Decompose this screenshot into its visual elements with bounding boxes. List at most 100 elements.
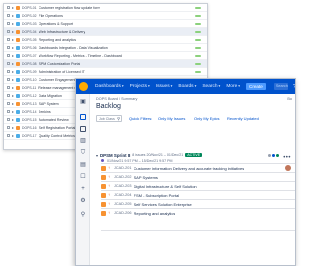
row-checkbox[interactable] [7, 38, 10, 41]
issue-summary[interactable]: Automated Review [39, 118, 69, 122]
issue-summary[interactable]: Operations & Support [39, 22, 74, 26]
issue-summary[interactable]: FSM - Subscription Portal [134, 193, 180, 198]
list-item[interactable]: ▸ DOPS-05 Reporting and analytics [4, 36, 207, 44]
issue-summary[interactable]: SPM Customization Portal [39, 62, 81, 66]
chevron-right-icon[interactable]: ▸ [12, 61, 15, 66]
row-checkbox[interactable] [7, 110, 10, 113]
issue-summary[interactable]: Web Infrastructure & Delivery [39, 30, 86, 34]
list-item[interactable]: ▸ DOPS-03 Operations & Support [4, 20, 207, 28]
row-checkbox[interactable] [7, 118, 10, 121]
pages-icon[interactable]: ☐ [80, 174, 86, 180]
table-row[interactable]: ↑ JCAD-201 Customer information Delivery a… [101, 163, 295, 172]
nav-search[interactable]: Search▾ [202, 84, 220, 89]
chevron-right-icon[interactable]: ▸ [12, 13, 15, 18]
table-row[interactable]: ↑ JCAD-205 Self Services Solution Enterpri… [101, 199, 295, 208]
nav-boards[interactable]: Boards▾ [178, 84, 196, 89]
issue-key[interactable]: JCAD-201 [114, 166, 132, 170]
list-item[interactable]: ▸ DOPS-07 Workflow Reporting - Metrics - T… [4, 52, 207, 60]
issue-summary[interactable]: Self Registration Portal [39, 126, 76, 130]
avatar[interactable] [285, 165, 291, 171]
list-item[interactable]: ▸ DOPS-06 Dashboards Integration - Data Vi… [4, 44, 207, 52]
quick-search-input[interactable]: Job Class ⚲ [96, 115, 122, 122]
nav-projects[interactable]: Projects▾ [130, 84, 150, 89]
row-checkbox[interactable] [7, 134, 10, 137]
issue-key[interactable]: DOPS-15 [22, 118, 37, 122]
chevron-right-icon[interactable]: ▸ [12, 101, 15, 106]
reports-icon[interactable]: ▥ [80, 138, 86, 144]
issue-summary[interactable]: Quality Control Metrics [39, 134, 75, 138]
issue-key[interactable]: JCAD-205 [114, 202, 132, 206]
sprint-header[interactable]: ▾ DPSM Sprint 8 8 issues 20/Nov/21 – 01/… [96, 151, 203, 159]
issue-key[interactable]: JCAD-203 [114, 184, 132, 188]
releases-icon[interactable]: ⛉ [80, 150, 86, 156]
issue-summary[interactable]: Reporting and analytics [39, 38, 77, 42]
chevron-right-icon[interactable]: ▸ [12, 117, 15, 122]
row-checkbox[interactable] [7, 54, 10, 57]
issue-key[interactable]: DOPS-05 [22, 38, 37, 42]
filter-recently-updated[interactable]: Recently Updated [227, 116, 259, 121]
nav-issues[interactable]: Issues▾ [156, 84, 173, 89]
issue-summary[interactable]: SAP Systems [134, 175, 158, 180]
issue-summary[interactable]: Digital Infrastructure & Self Solution [134, 184, 197, 189]
table-row[interactable]: ↑ JCAD-206 Reporting and analytics [101, 208, 295, 217]
issue-key[interactable]: DOPS-03 [22, 22, 37, 26]
chevron-right-icon[interactable]: ▸ [12, 37, 15, 42]
issue-key[interactable]: DOPS-02 [22, 14, 37, 18]
add-item-icon[interactable]: + [80, 186, 86, 192]
issue-summary[interactable]: Workflow Reporting - Metrics - Timeline … [39, 54, 122, 58]
table-row[interactable]: ↑ JCAD-202 SAP Systems [101, 172, 295, 181]
chevron-right-icon[interactable]: ▸ [12, 109, 15, 114]
filter-only-my-epics[interactable]: Only My Epics [194, 116, 220, 121]
row-checkbox[interactable] [7, 22, 10, 25]
issue-summary[interactable]: Administration of Licensed IT [39, 70, 85, 74]
help-icon[interactable]: ? [293, 84, 295, 90]
issue-key[interactable]: DOPS-04 [22, 30, 37, 34]
jira-logo-icon[interactable] [79, 82, 88, 91]
board-icon[interactable] [80, 126, 86, 132]
issue-key[interactable]: DOPS-13 [22, 102, 37, 106]
issue-summary[interactable]: SAP System [39, 102, 59, 106]
board-selector[interactable]: Bo [287, 97, 292, 101]
chevron-right-icon[interactable]: ▸ [12, 85, 15, 90]
filter-only-my-issues[interactable]: Only My Issues [158, 116, 185, 121]
issue-key[interactable]: DOPS-14 [22, 110, 37, 114]
issue-summary[interactable]: Jenkins [39, 110, 51, 114]
global-search-input[interactable]: Search [273, 83, 288, 90]
issue-key[interactable]: DOPS-09 [22, 70, 37, 74]
row-checkbox[interactable] [7, 94, 10, 97]
row-checkbox[interactable] [7, 70, 10, 73]
backlog-icon[interactable] [80, 114, 86, 120]
list-item[interactable]: ▸ DOPS-08 SPM Customization Portal [4, 60, 207, 68]
list-item[interactable]: ▸ DOPS-09 Administration of Licensed IT [4, 68, 207, 76]
table-row[interactable]: ↑ JCAD-203 Digital Infrastructure & Self S… [101, 181, 295, 190]
row-checkbox[interactable] [7, 86, 10, 89]
chevron-right-icon[interactable]: ▸ [12, 53, 15, 58]
issue-summary[interactable]: Self Services Solution Enterprise [134, 202, 192, 207]
chevron-right-icon[interactable]: ▸ [12, 133, 15, 138]
project-avatar-icon[interactable]: ▣ [80, 99, 86, 105]
list-item[interactable]: ▸ DOPS-02 File Operations [4, 12, 207, 20]
issue-key[interactable]: DOPS-12 [22, 94, 37, 98]
chevron-right-icon[interactable]: ▸ [12, 21, 15, 26]
list-item[interactable]: ▸ DOPS-01 Customer registration flow updat… [4, 4, 207, 12]
row-checkbox[interactable] [7, 6, 10, 9]
row-checkbox[interactable] [7, 78, 10, 81]
issue-key[interactable]: JCAD-206 [114, 211, 132, 215]
issue-key[interactable]: JCAD-204 [114, 193, 132, 197]
settings-icon[interactable]: ⚙ [80, 198, 86, 204]
row-checkbox[interactable] [7, 46, 10, 49]
search-icon[interactable]: ⚲ [80, 212, 86, 218]
table-row[interactable]: ↑ JCAD-204 FSM - Subscription Portal [101, 190, 295, 199]
nav-dashboards[interactable]: Dashboards▾ [95, 84, 124, 89]
breadcrumb[interactable]: DOPS Board / Summary [96, 97, 137, 101]
chevron-right-icon[interactable]: ▸ [12, 45, 15, 50]
row-checkbox[interactable] [7, 62, 10, 65]
row-checkbox[interactable] [7, 126, 10, 129]
nav-more[interactable]: More▾ [226, 84, 240, 89]
chevron-right-icon[interactable]: ▸ [12, 125, 15, 130]
issue-key[interactable]: DOPS-16 [22, 126, 37, 130]
issue-key[interactable]: DOPS-10 [22, 78, 37, 82]
chevron-right-icon[interactable]: ▸ [12, 29, 15, 34]
issue-key[interactable]: JCAD-202 [114, 175, 132, 179]
chevron-right-icon[interactable]: ▸ [12, 69, 15, 74]
